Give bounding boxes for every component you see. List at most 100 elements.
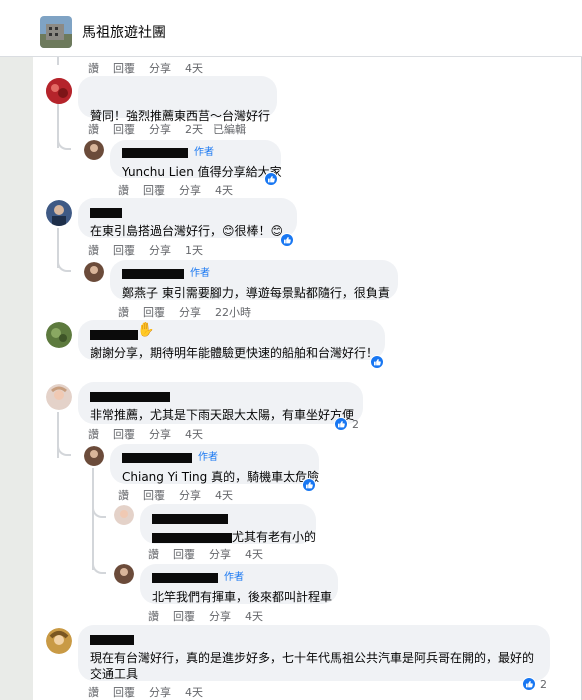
avatar[interactable] <box>84 140 104 160</box>
share-link[interactable]: 分享 <box>209 610 231 623</box>
reply-link[interactable]: 回覆 <box>113 686 135 699</box>
avatar[interactable] <box>46 322 72 348</box>
reply-link[interactable]: 回覆 <box>143 489 165 502</box>
share-link[interactable]: 分享 <box>149 686 171 699</box>
reply-link[interactable]: 回覆 <box>173 610 195 623</box>
redacted-name <box>122 147 188 158</box>
reply-link[interactable]: 回覆 <box>113 62 135 75</box>
comment-text-visible: 尤其有老有小的 <box>232 530 317 544</box>
comment-bubble: 現在有台灣好行，真的是進步好多，七十年代馬祖公共汽車是阿兵哥在開的，最好的 交通… <box>78 625 550 681</box>
timestamp[interactable]: 4天 <box>245 548 263 561</box>
share-link[interactable]: 分享 <box>209 548 231 561</box>
reply-link[interactable]: 回覆 <box>143 306 165 319</box>
like-link[interactable]: 讚 <box>88 244 99 257</box>
thread-curve <box>92 506 106 518</box>
comment-text: Yunchu Lien 值得分享給大家 <box>122 164 282 179</box>
comment-actions: 讚 回覆 分享 4天 <box>88 426 217 442</box>
thread-line <box>57 57 59 65</box>
redacted-name <box>122 452 192 463</box>
redacted-name <box>90 391 170 402</box>
comment-text: 尤其有老有小的 <box>152 529 316 545</box>
share-link[interactable]: 分享 <box>149 123 171 136</box>
like-reaction-icon[interactable] <box>370 355 384 369</box>
reaction-count[interactable]: 2 <box>352 418 359 431</box>
timestamp[interactable]: 4天 <box>185 62 203 75</box>
like-link[interactable]: 讚 <box>118 489 129 502</box>
reply-link[interactable]: 回覆 <box>173 548 195 561</box>
avatar[interactable] <box>114 505 134 525</box>
comment-text: 在東引島搭過台灣好行，😊很棒！😊 <box>90 224 284 238</box>
like-link[interactable]: 讚 <box>88 686 99 699</box>
timestamp[interactable]: 4天 <box>215 184 233 197</box>
avatar[interactable] <box>46 384 72 410</box>
avatar[interactable] <box>84 446 104 466</box>
like-reaction-icon[interactable] <box>264 172 278 186</box>
thread-curve <box>57 446 71 456</box>
avatar[interactable] <box>84 262 104 282</box>
timestamp[interactable]: 22小時 <box>215 306 251 319</box>
comment-text: 交通工具 <box>90 667 139 681</box>
redacted-name <box>152 572 218 583</box>
like-link[interactable]: 讚 <box>118 184 129 197</box>
timestamp[interactable]: 4天 <box>185 428 203 441</box>
timestamp[interactable]: 4天 <box>245 610 263 623</box>
reply-link[interactable]: 回覆 <box>113 123 135 136</box>
comment-actions: 讚 回覆 分享 4天 <box>118 182 247 198</box>
reply-link[interactable]: 回覆 <box>113 244 135 257</box>
reaction-count[interactable]: 2 <box>540 678 547 691</box>
author-badge: 作者 <box>194 146 214 158</box>
share-link[interactable]: 分享 <box>149 244 171 257</box>
like-reaction-icon[interactable] <box>302 478 316 492</box>
reply-bubble: 作者 Yunchu Lien 值得分享給大家 <box>110 140 282 179</box>
comment-text: 非常推薦，尤其是下雨天跟大太陽，有車坐好方便 <box>90 408 355 422</box>
redacted-text <box>152 532 232 543</box>
share-link[interactable]: 分享 <box>149 62 171 75</box>
reply-bubble: 尤其有老有小的 <box>140 504 316 544</box>
redacted-name <box>152 513 228 524</box>
edited-label[interactable]: 已編輯 <box>213 123 246 136</box>
comment-actions: 讚 回覆 分享 22小時 <box>118 304 265 320</box>
avatar[interactable] <box>46 78 72 104</box>
like-reaction-icon[interactable] <box>280 233 294 247</box>
author-badge: 作者 <box>190 267 210 279</box>
thread-curve <box>92 562 106 574</box>
share-link[interactable]: 分享 <box>179 184 201 197</box>
comment-actions: 讚 回覆 分享 4天 <box>118 487 247 503</box>
comment-bubble: 非常推薦，尤其是下雨天跟大太陽，有車坐好方便 <box>78 382 363 424</box>
timestamp[interactable]: 2天 <box>185 123 203 136</box>
like-link[interactable]: 讚 <box>148 548 159 561</box>
comment-text: Chiang Yi Ting 真的，騎機車太危險 <box>122 469 320 484</box>
thread-curve <box>57 262 71 272</box>
wave-emoji-icon: ✋ <box>137 322 155 338</box>
like-link[interactable]: 讚 <box>88 428 99 441</box>
like-link[interactable]: 讚 <box>148 610 159 623</box>
share-link[interactable]: 分享 <box>179 306 201 319</box>
comment-actions: 讚 回覆 分享 2天 已編輯 <box>88 121 260 137</box>
comment-text: 現在有台灣好行，真的是進步好多，七十年代馬祖公共汽車是阿兵哥在開的，最好的 <box>90 651 535 665</box>
left-sidebar-strip <box>0 57 33 700</box>
redacted-name <box>90 207 122 218</box>
timestamp[interactable]: 4天 <box>185 686 203 699</box>
like-link[interactable]: 讚 <box>118 306 129 319</box>
like-reaction-icon[interactable] <box>334 417 348 431</box>
group-avatar[interactable] <box>40 16 72 48</box>
reply-bubble: 作者 鄭燕子 東引需要腳力，導遊每景點都隨行，很負責 <box>110 260 398 300</box>
timestamp[interactable]: 1天 <box>185 244 203 257</box>
like-link[interactable]: 讚 <box>88 62 99 75</box>
comment-bubble: 在東引島搭過台灣好行，😊很棒！😊 <box>78 198 297 238</box>
timestamp[interactable]: 4天 <box>215 489 233 502</box>
comment-text: 北竿我們有揮車，後來都叫計程車 <box>152 589 333 604</box>
like-link[interactable]: 讚 <box>88 123 99 136</box>
avatar[interactable] <box>46 200 72 226</box>
comment-actions: 讚 回覆 分享 1天 <box>88 242 217 258</box>
avatar[interactable] <box>114 564 134 584</box>
reply-link[interactable]: 回覆 <box>143 184 165 197</box>
comment-actions: 讚 回覆 分享 4天 <box>88 60 217 76</box>
share-link[interactable]: 分享 <box>179 489 201 502</box>
share-link[interactable]: 分享 <box>149 428 171 441</box>
like-reaction-icon[interactable] <box>522 677 536 691</box>
author-badge: 作者 <box>224 571 244 583</box>
group-name[interactable]: 馬祖旅遊社團 <box>82 22 166 42</box>
avatar[interactable] <box>46 628 72 654</box>
reply-link[interactable]: 回覆 <box>113 428 135 441</box>
